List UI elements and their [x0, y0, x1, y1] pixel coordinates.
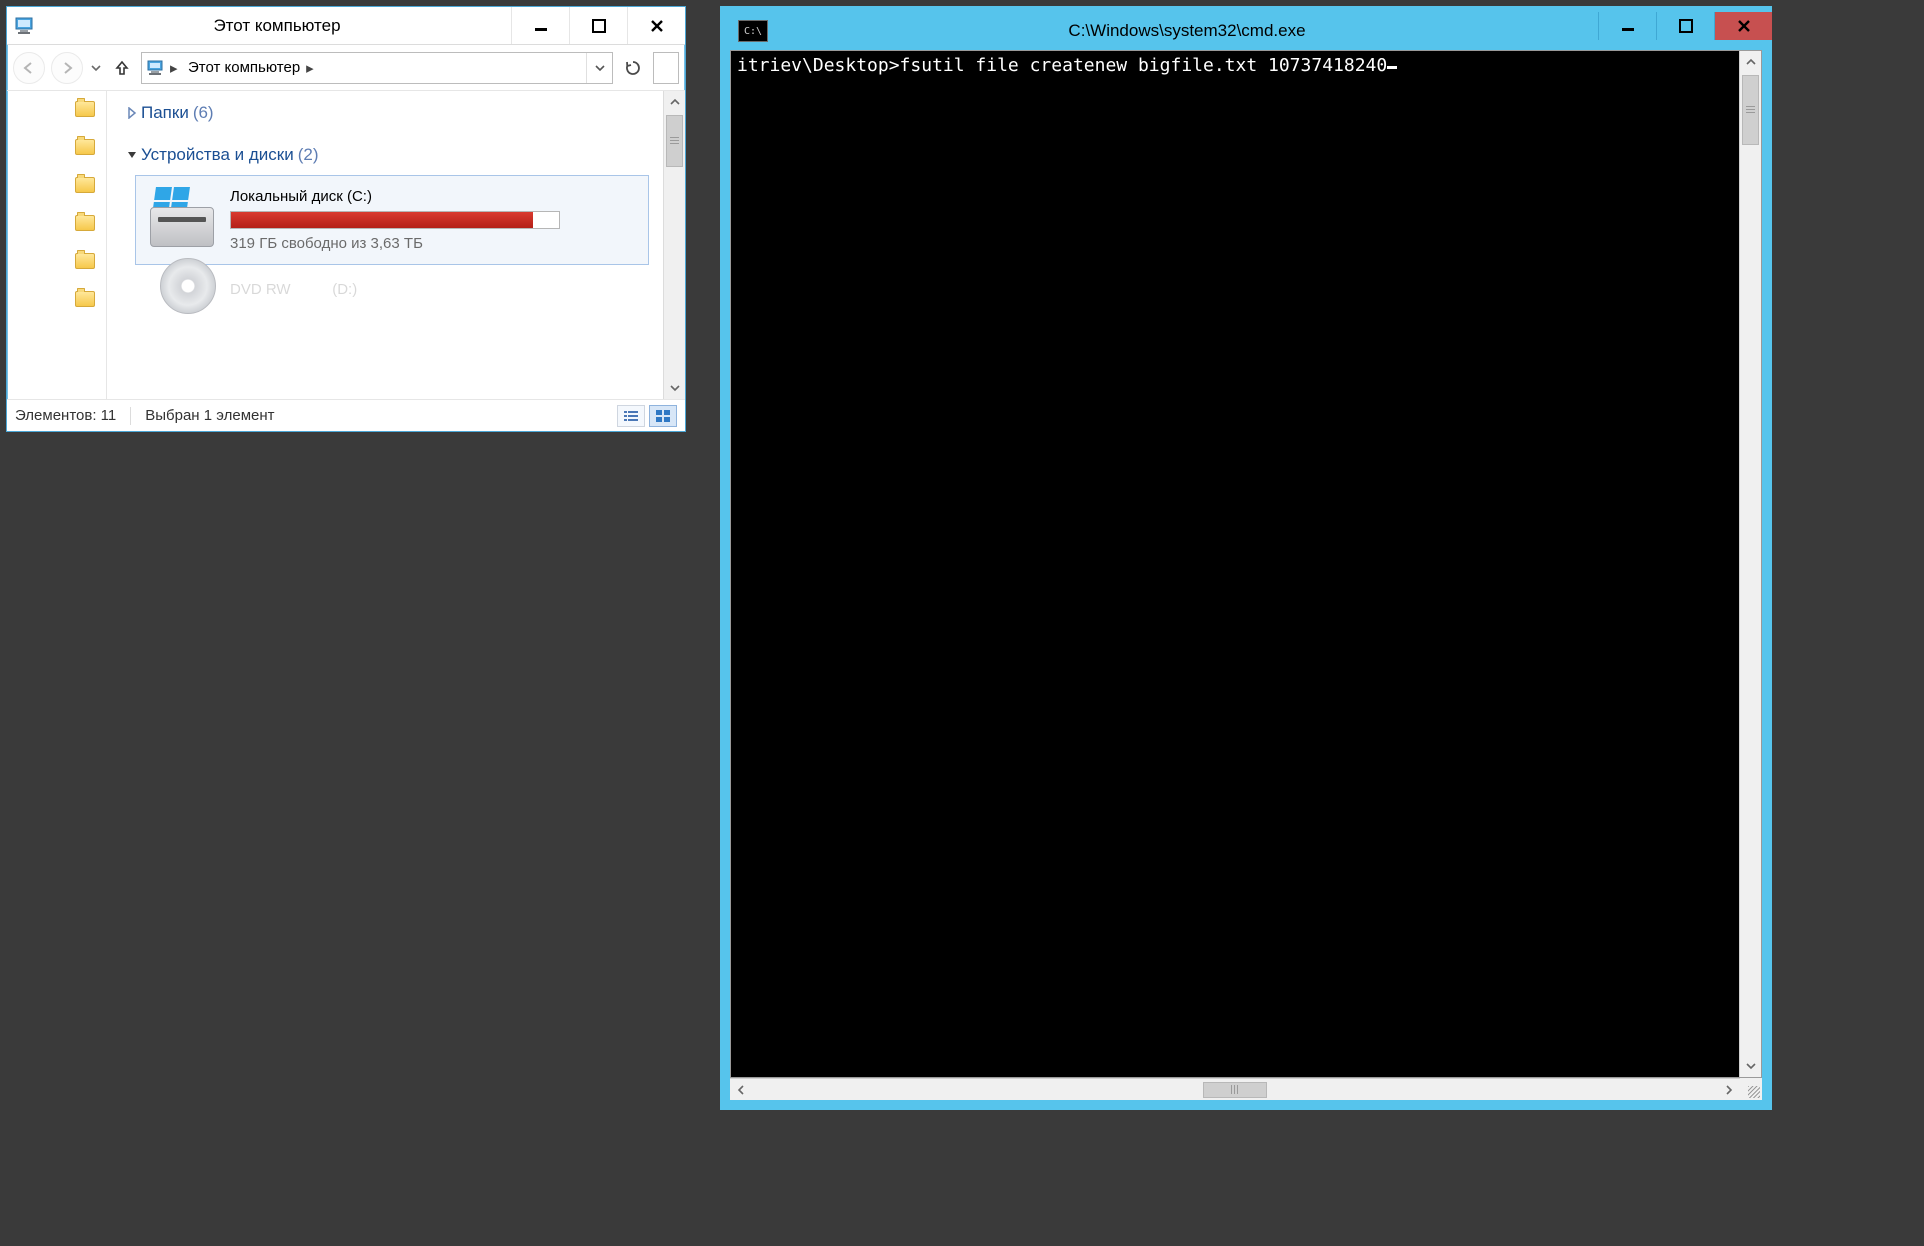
maximize-button[interactable]: [1656, 12, 1714, 40]
forward-button[interactable]: [51, 52, 83, 84]
group-devices[interactable]: Устройства и диски (2): [107, 141, 685, 169]
recent-locations-button[interactable]: [89, 63, 103, 73]
cmd-line: itriev\Desktop>fsutil file createnew big…: [737, 55, 1387, 76]
folder-icon[interactable]: [75, 177, 95, 193]
scrollbar-thumb[interactable]: [1203, 1082, 1267, 1098]
maximize-button[interactable]: [569, 7, 627, 44]
scrollbar-thumb[interactable]: [1742, 75, 1759, 145]
close-button[interactable]: [627, 7, 685, 44]
details-view-button[interactable]: [617, 405, 645, 427]
cmd-title: C:\Windows\system32\cmd.exe: [776, 21, 1598, 41]
explorer-sidebar: [7, 91, 107, 399]
scroll-up-button[interactable]: [1740, 51, 1761, 73]
cmd-cursor: [1387, 66, 1397, 69]
group-folders[interactable]: Папки (6): [107, 99, 685, 127]
cmd-horizontal-scrollbar[interactable]: [730, 1078, 1740, 1100]
scroll-down-button[interactable]: [664, 377, 685, 399]
drive-c-item[interactable]: Локальный диск (C:) 319 ГБ свободно из 3…: [135, 175, 649, 265]
chevron-right-icon[interactable]: ▸: [306, 53, 320, 83]
group-devices-label: Устройства и диски: [141, 145, 294, 165]
group-folders-label: Папки: [141, 103, 189, 123]
folder-icon[interactable]: [75, 139, 95, 155]
computer-icon: [7, 17, 43, 35]
explorer-vertical-scrollbar[interactable]: [663, 91, 685, 399]
explorer-titlebar[interactable]: Этот компьютер: [7, 7, 685, 45]
cmd-window: C:\ C:\Windows\system32\cmd.exe itriev\D…: [720, 6, 1772, 1110]
folder-icon[interactable]: [75, 101, 95, 117]
scroll-down-button[interactable]: [1740, 1055, 1761, 1077]
cmd-icon: C:\: [738, 20, 768, 42]
explorer-content: Папки (6) Устройства и диски (2) Локальн…: [107, 91, 685, 399]
folder-icon[interactable]: [75, 253, 95, 269]
drive-d-name: DVD RW (D:): [230, 281, 357, 298]
cmd-titlebar[interactable]: C:\ C:\Windows\system32\cmd.exe: [730, 16, 1762, 46]
status-selected-count: Выбран 1 элемент: [145, 407, 274, 424]
breadcrumb-this-pc[interactable]: Этот компьютер: [184, 53, 306, 83]
explorer-statusbar: Элементов: 11 Выбран 1 элемент: [7, 399, 685, 431]
dvd-drive-icon: [144, 272, 220, 306]
drive-d-item[interactable]: DVD RW (D:): [135, 271, 649, 307]
cmd-terminal[interactable]: itriev\Desktop>fsutil file createnew big…: [731, 51, 1739, 1077]
chevron-down-icon: [125, 149, 139, 161]
refresh-button[interactable]: [619, 52, 647, 84]
explorer-title: Этот компьютер: [43, 16, 511, 36]
hard-drive-icon: [144, 185, 220, 255]
drive-c-free-text: 319 ГБ свободно из 3,63 ТБ: [230, 235, 640, 252]
group-folders-count: (6): [193, 103, 214, 123]
drive-c-usage-bar: [230, 211, 560, 229]
chevron-right-icon: [125, 107, 139, 119]
computer-icon: [142, 53, 170, 83]
folder-icon[interactable]: [75, 291, 95, 307]
search-box[interactable]: [653, 52, 679, 84]
minimize-button[interactable]: [511, 7, 569, 44]
explorer-navbar: ▸ Этот компьютер ▸: [7, 45, 685, 91]
scroll-left-button[interactable]: [730, 1079, 752, 1100]
tiles-view-button[interactable]: [649, 405, 677, 427]
cmd-vertical-scrollbar[interactable]: [1739, 51, 1761, 1077]
scroll-up-button[interactable]: [664, 91, 685, 113]
status-item-count: Элементов: 11: [15, 407, 116, 424]
explorer-window: Этот компьютер ▸ Этот компьютер ▸: [6, 6, 686, 432]
up-button[interactable]: [109, 55, 135, 81]
folder-icon[interactable]: [75, 215, 95, 231]
group-devices-count: (2): [298, 145, 319, 165]
scrollbar-thumb[interactable]: [666, 115, 683, 167]
close-button[interactable]: [1714, 12, 1772, 40]
resize-grip[interactable]: [1740, 1078, 1762, 1100]
back-button[interactable]: [13, 52, 45, 84]
minimize-button[interactable]: [1598, 12, 1656, 40]
scroll-right-button[interactable]: [1718, 1079, 1740, 1100]
address-dropdown[interactable]: [586, 53, 612, 83]
drive-c-name: Локальный диск (C:): [230, 188, 640, 205]
address-bar[interactable]: ▸ Этот компьютер ▸: [141, 52, 613, 84]
chevron-right-icon[interactable]: ▸: [170, 53, 184, 83]
